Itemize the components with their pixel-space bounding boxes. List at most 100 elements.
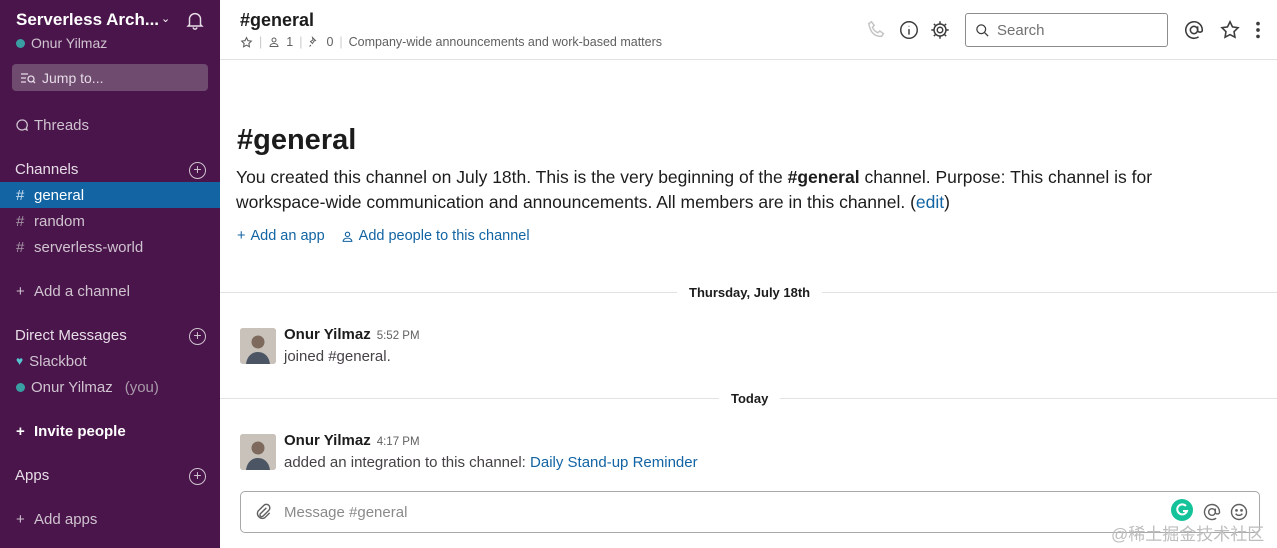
chevron-down-icon[interactable]: ⌄: [161, 12, 170, 25]
message-author[interactable]: Onur Yilmaz 5:52 PM: [284, 326, 420, 343]
add-channel-button[interactable]: + Add a channel: [0, 278, 220, 304]
plus-icon: +: [237, 228, 246, 244]
person-icon[interactable]: [268, 36, 280, 48]
sidebar-item-label: Onur Yilmaz: [31, 378, 113, 396]
message-timestamp[interactable]: 5:52 PM: [377, 330, 420, 342]
jump-to-label: Jump to...: [42, 69, 104, 86]
person-icon: [342, 231, 353, 242]
intro-text: ): [944, 192, 950, 212]
add-channel-plus-icon[interactable]: +: [189, 162, 206, 179]
message-pane: #general You created this channel on Jul…: [220, 61, 1277, 548]
hash-icon: #: [16, 186, 25, 204]
add-app-label: Add an app: [250, 228, 325, 244]
sidebar-item-label: Add apps: [34, 510, 98, 528]
emoji-icon[interactable]: [1229, 502, 1249, 522]
invite-people-button[interactable]: + Invite people: [0, 418, 220, 444]
sidebar: Serverless Arch... ⌄ Onur Yilmaz Jump to…: [0, 0, 220, 548]
sidebar-item-random[interactable]: # random: [0, 208, 220, 234]
presence-dot-icon: [16, 38, 25, 48]
search-input[interactable]: Search: [965, 13, 1168, 47]
message-text: added an integration to this channel:: [284, 454, 531, 471]
date-divider-label: Today: [719, 391, 781, 406]
hash-icon: #: [16, 238, 25, 256]
channels-heading[interactable]: Channels: [15, 161, 78, 178]
star-icon[interactable]: [240, 35, 253, 49]
workspace-name[interactable]: Serverless Arch...: [16, 10, 159, 30]
message-composer[interactable]: Message #general: [240, 491, 1260, 533]
sidebar-item-label: Add a channel: [34, 282, 130, 300]
gear-icon[interactable]: [929, 19, 951, 41]
sidebar-item-general[interactable]: # general: [0, 182, 220, 208]
separator: |: [339, 35, 343, 49]
current-user[interactable]: Onur Yilmaz: [16, 35, 107, 51]
avatar[interactable]: [240, 328, 276, 364]
apps-heading[interactable]: Apps: [15, 467, 49, 484]
intro-description: You created this channel on July 18th. T…: [236, 165, 1246, 215]
message: Onur Yilmaz 5:52 PM joined #general.: [240, 326, 1240, 370]
intro-channel-name[interactable]: #general: [788, 167, 860, 187]
hash-icon: #: [16, 212, 25, 230]
grammarly-icon[interactable]: [1171, 499, 1193, 521]
add-people-label: Add people to this channel: [358, 228, 530, 244]
add-dm-plus-icon[interactable]: +: [189, 328, 206, 345]
phone-icon[interactable]: [866, 19, 888, 41]
message-author[interactable]: Onur Yilmaz 4:17 PM: [284, 432, 420, 449]
current-user-name: Onur Yilmaz: [31, 35, 108, 51]
sidebar-item-label: serverless-world: [34, 238, 144, 256]
message-body: added an integration to this channel: Da…: [284, 454, 698, 471]
channel-topic[interactable]: Company-wide announcements and work-base…: [349, 35, 662, 49]
search-placeholder: Search: [997, 21, 1045, 39]
channel-header: #general | 1 | 0 | Company-wide announce…: [220, 0, 1277, 60]
message: Onur Yilmaz 4:17 PM added an integration …: [240, 432, 1240, 476]
intro-actions: + Add an app Add people to this channel: [237, 228, 530, 244]
sidebar-item-onur-yilmaz[interactable]: Onur Yilmaz (you): [0, 374, 220, 400]
plus-icon: +: [16, 422, 25, 440]
bell-icon[interactable]: [184, 9, 206, 31]
add-app-button[interactable]: + Add an app: [237, 228, 325, 244]
add-app-plus-icon[interactable]: +: [189, 468, 206, 485]
integration-link[interactable]: Daily Stand-up Reminder: [530, 454, 698, 471]
author-name[interactable]: Onur Yilmaz: [284, 432, 371, 449]
date-divider-label: Thursday, July 18th: [677, 285, 823, 300]
plus-icon: +: [16, 282, 25, 300]
star-icon[interactable]: [1219, 19, 1241, 41]
search-icon: [976, 23, 989, 37]
sidebar-item-label: Threads: [34, 116, 90, 134]
sidebar-item-label: Slackbot: [29, 352, 87, 370]
separator: |: [299, 35, 303, 49]
jump-to-button[interactable]: Jump to...: [12, 64, 208, 91]
add-apps-button[interactable]: + Add apps: [0, 506, 220, 532]
info-icon[interactable]: [898, 19, 920, 41]
sidebar-item-label: general: [34, 186, 85, 204]
pin-count[interactable]: 0: [326, 35, 333, 49]
watermark: @稀土掘金技术社区: [1111, 525, 1265, 544]
intro-title: #general: [237, 124, 357, 156]
author-name[interactable]: Onur Yilmaz: [284, 326, 371, 343]
avatar[interactable]: [240, 434, 276, 470]
threads-icon: [16, 119, 28, 131]
add-people-button[interactable]: Add people to this channel: [341, 228, 530, 244]
channel-title[interactable]: #general: [240, 10, 314, 31]
member-count[interactable]: 1: [286, 35, 293, 49]
heart-icon: ♥: [16, 354, 24, 368]
at-icon[interactable]: [1202, 502, 1222, 522]
sidebar-item-slackbot[interactable]: ♥ Slackbot: [0, 348, 220, 374]
intro-text: You created this channel on July 18th. T…: [236, 167, 788, 187]
sidebar-item-serverless-world[interactable]: # serverless-world: [0, 234, 220, 260]
direct-messages-heading[interactable]: Direct Messages: [15, 327, 127, 344]
more-icon[interactable]: [1247, 19, 1269, 41]
separator: |: [259, 35, 263, 49]
jump-to-icon: [21, 72, 36, 83]
at-icon[interactable]: [1183, 19, 1205, 41]
sidebar-item-threads[interactable]: Threads: [0, 112, 220, 138]
pin-icon[interactable]: [308, 36, 320, 48]
sidebar-item-label: Invite people: [34, 422, 126, 440]
message-timestamp[interactable]: 4:17 PM: [377, 436, 420, 448]
paperclip-icon[interactable]: [253, 502, 273, 522]
sidebar-item-label: random: [34, 212, 85, 230]
message-body: joined #general.: [284, 348, 391, 365]
plus-icon: +: [16, 510, 25, 528]
edit-purpose-link[interactable]: edit: [916, 192, 944, 212]
presence-dot-icon: [16, 382, 25, 392]
composer-placeholder: Message #general: [284, 504, 408, 521]
